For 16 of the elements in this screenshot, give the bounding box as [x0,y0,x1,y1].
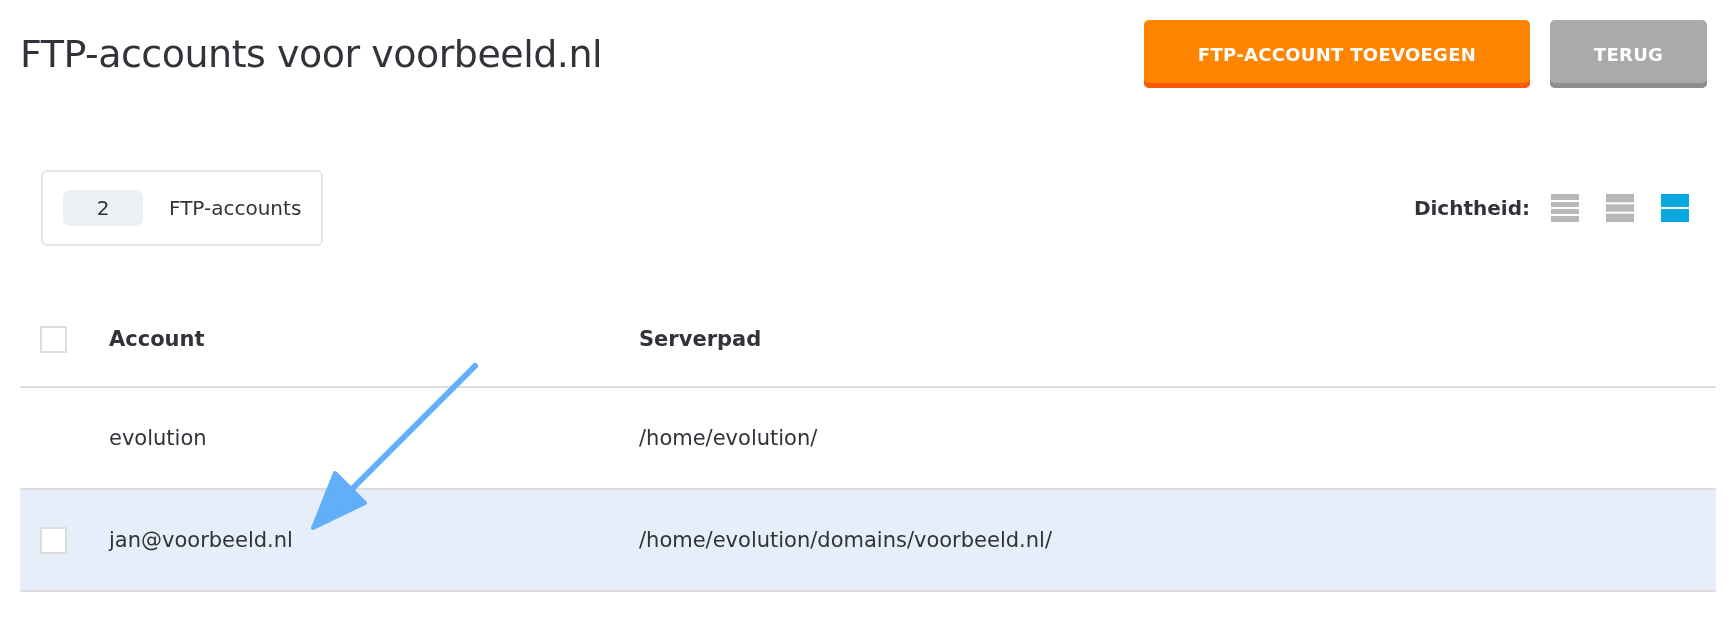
count-badge: 2 [63,190,143,226]
row-checkbox[interactable] [40,526,67,554]
table-cell: jan@voorbeeld.nl [109,528,293,552]
count-label: FTP-accounts [169,196,302,220]
table-cell: /home/evolution/ [639,426,818,450]
page-title: FTP-accounts voor voorbeeld.nl [20,32,603,76]
density-icon[interactable] [1661,194,1689,222]
column-header[interactable]: Serverpad [639,327,762,351]
column-header[interactable]: Account [109,327,205,351]
density-icon[interactable] [1606,194,1634,222]
density-icon[interactable] [1551,194,1579,222]
select-all-checkbox[interactable] [40,325,67,353]
density-label: Dichtheid: [1413,196,1530,220]
table-row[interactable]: jan@voorbeeld.nl /home/evolution/domains/voorbeeld.nl/ [20,490,1716,592]
table-cell: evolution [109,426,207,450]
table-cell: /home/evolution/domains/voorbeeld.nl/ [639,528,1052,552]
